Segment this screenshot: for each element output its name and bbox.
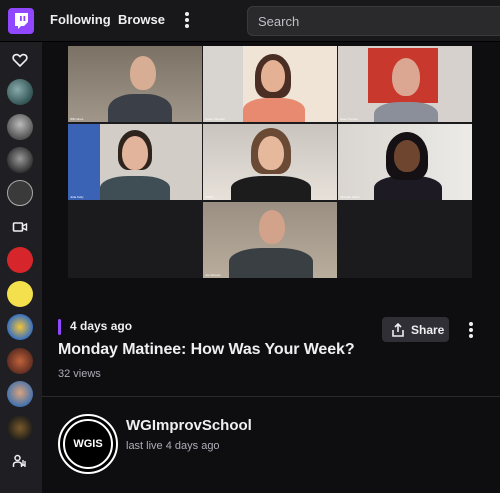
sidebar-channel-avatar-3[interactable] [7,147,33,173]
more-options-icon[interactable] [180,10,194,32]
live-indicator-bar [58,319,61,335]
video-tile-3: Dave Theune [338,46,472,122]
sidebar-channel-avatar-8[interactable] [7,314,33,340]
video-player[interactable]: Will Hines Sarah Claspell Dave Theune Ju… [68,46,472,278]
share-button[interactable]: Share [382,317,449,342]
search-input[interactable] [247,6,500,36]
more-options-icon[interactable] [466,321,476,339]
participant-name: Sarah Claspell [205,117,225,121]
heart-icon[interactable] [12,52,28,68]
channel-avatar[interactable]: WGIS [58,414,118,474]
video-tile-5: WGIS [203,124,337,200]
participant-name: Julia Kelly [70,195,84,199]
channel-avatar-text: WGIS [63,419,113,469]
video-tile-6: Michelle Gillan [338,124,472,200]
divider [42,396,500,397]
sidebar [0,42,42,493]
nav-following-link[interactable]: Following [50,12,111,27]
participant-name: Joe Wesolo [205,273,221,277]
video-camera-icon[interactable] [12,219,28,235]
main-content: Will Hines Sarah Claspell Dave Theune Ju… [42,42,500,493]
participant-name: Dave Theune [340,117,358,121]
video-date: 4 days ago [70,319,133,333]
video-tile-2: Sarah Claspell [203,46,337,122]
sidebar-channel-globe-avatar[interactable] [7,79,33,105]
share-icon [392,322,404,337]
sidebar-channel-avatar-11[interactable] [7,415,33,441]
sidebar-channel-avatar-10[interactable] [7,381,33,407]
video-tile-1: Will Hines [68,46,202,122]
people-icon[interactable] [12,453,28,469]
twitch-logo-icon[interactable] [8,8,34,34]
participant-name: Michelle Gillan [340,195,360,199]
sidebar-improv-nyc-avatar[interactable] [7,180,33,206]
share-label: Share [411,322,445,337]
nav-browse-link[interactable]: Browse [118,12,165,27]
sidebar-channel-avatar-2[interactable] [7,114,33,140]
participant-name: WGIS [205,195,213,199]
video-tile-7: Joe Wesolo [203,202,337,278]
video-tile-4: Julia Kelly [68,124,202,200]
sidebar-channel-avatar-9[interactable] [7,348,33,374]
participant-name: Will Hines [70,117,84,121]
view-count: 32 views [58,368,101,380]
sidebar-toy-avatar[interactable] [7,247,33,273]
sidebar-channel-avatar-7[interactable] [7,281,33,307]
channel-name-link[interactable]: WGImprovSchool [126,417,252,434]
top-navigation: Following Browse [0,0,500,42]
last-live-text: last live 4 days ago [126,440,220,452]
video-title: Monday Matinee: How Was Your Week? [58,341,355,358]
